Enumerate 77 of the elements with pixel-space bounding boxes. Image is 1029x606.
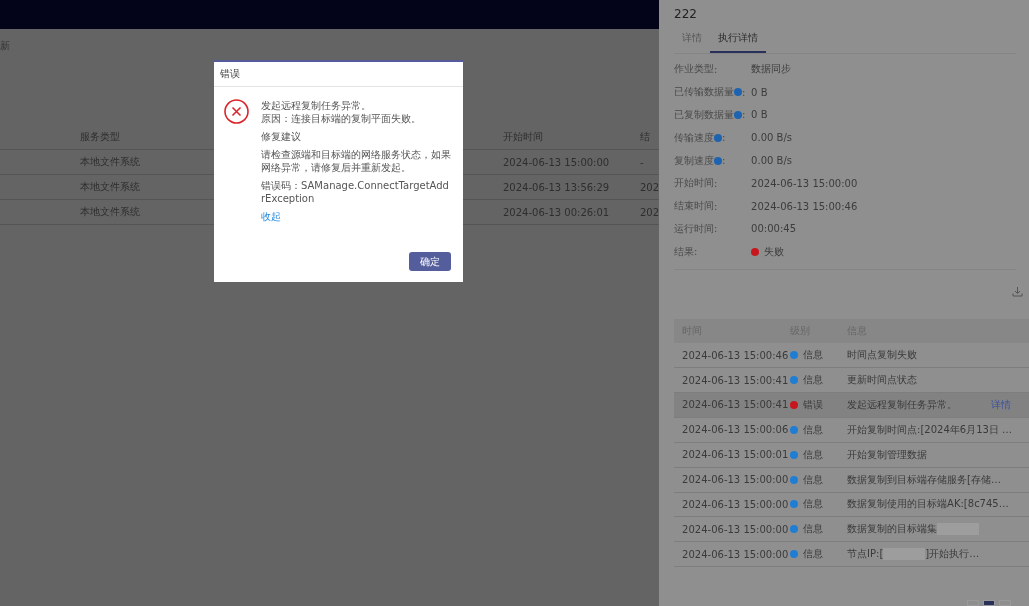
- message-text: 数据复制到目标端存储服务[存储…: [847, 472, 1001, 487]
- ok-button[interactable]: 确定: [409, 252, 451, 271]
- colon: :: [722, 132, 726, 144]
- time-cell-text: 2024-06-13 15:00:41: [682, 374, 790, 386]
- collapse-link[interactable]: 收起: [261, 210, 453, 223]
- log-row[interactable]: 2024-06-13 15:00:46 信息 时间点复制失败: [674, 343, 1029, 369]
- help-icon[interactable]: [734, 88, 743, 97]
- field-label: 传输速度: [674, 130, 715, 145]
- level-text: 信息: [803, 373, 824, 387]
- message-text: 时间点复制失败: [847, 348, 918, 363]
- error-message: 原因：连接目标端的复制平面失败。: [261, 112, 422, 125]
- tab[interactable]: 执行详情: [710, 27, 767, 53]
- field-value: 0.00 B/s: [751, 132, 792, 144]
- field-label: 开始时间: [674, 176, 715, 191]
- help-icon[interactable]: [714, 133, 723, 142]
- time-cell-text: 2024-06-13 15:00:46: [682, 349, 790, 361]
- suggestion-text: 请检查源端和目标端的网络服务状态，如果网络异常，请修复后并重新发起。: [261, 148, 452, 174]
- field-value: 0.00 B/s: [751, 155, 792, 167]
- field-value: 2024-06-13 15:00:46: [751, 200, 858, 212]
- panel-title: 222: [674, 7, 698, 21]
- error-icon: [224, 99, 249, 124]
- log-row[interactable]: 2024-06-13 15:00:00 信息 数据复制到目标端存储服务[存储…: [674, 467, 1029, 493]
- log-row[interactable]: 2024-06-13 15:00:00 信息 数据复制的目标端集: [674, 517, 1029, 543]
- page-button[interactable]: [983, 600, 996, 606]
- message-text: 节点IP:[: [847, 547, 884, 562]
- time-cell-text: 2024-06-13 15:00:00: [682, 474, 790, 486]
- dialog-title: 错误: [214, 62, 463, 87]
- time-cell-text: 2024-06-13 15:00:00: [682, 548, 790, 560]
- level-text: 信息: [803, 547, 824, 562]
- time-cell-text: 2024-06-13 15:00:06: [682, 424, 790, 436]
- field-value: 0 B: [751, 86, 768, 98]
- error-code: 错误码：SAManage.ConnectTargetAddrException: [261, 179, 450, 205]
- colon: :: [714, 63, 718, 75]
- field-label: 复制速度: [674, 153, 715, 168]
- field-value: 数据同步: [751, 62, 792, 77]
- field-label: 运行时间: [674, 221, 715, 236]
- message-text: 更新时间点状态: [847, 373, 918, 387]
- colon: :: [694, 246, 698, 258]
- time-cell-text: 2024-06-13 15:00:00: [682, 523, 790, 535]
- time-cell-text: 2024-06-13 15:00:00: [682, 498, 790, 510]
- field-value: 00:00:45: [751, 223, 796, 235]
- message-text: ]开始执行…: [925, 547, 980, 562]
- log-row[interactable]: 2024-06-13 15:00:01 信息 开始复制管理数据: [674, 442, 1029, 468]
- help-icon[interactable]: [734, 111, 743, 119]
- log-row[interactable]: 2024-06-13 15:00:06 信息 开始复制时间点:[2024年6月13日 …: [674, 417, 1029, 443]
- help-icon[interactable]: [714, 156, 723, 165]
- message-text: 数据复制的目标端集: [847, 522, 938, 537]
- colon: :: [714, 223, 718, 235]
- message-text: 数据复制使用的目标端AK:[8c745…: [847, 497, 1009, 512]
- table-cell: -: [640, 156, 644, 168]
- colon: :: [714, 200, 718, 212]
- log-row[interactable]: 2024-06-13 15:00:00 信息 数据复制使用的目标端AK:[8c745…: [674, 492, 1029, 518]
- level-text: 信息: [803, 497, 824, 512]
- field-value: 0 B: [751, 109, 768, 121]
- level-text: 信息: [803, 348, 824, 363]
- message-text: 开始复制时间点:[2024年6月13日 …: [847, 422, 1013, 437]
- level-text: 信息: [803, 522, 824, 537]
- details-link[interactable]: 详情: [991, 397, 1029, 412]
- log-row[interactable]: 2024-06-13 15:00:41 信息 更新时间点状态: [674, 368, 1029, 393]
- time-cell-text: 2024-06-13 15:00:01: [682, 449, 790, 461]
- field-label: 结束时间: [674, 199, 715, 214]
- message-text: 开始复制管理数据: [847, 447, 928, 462]
- time-cell-text: 2024-06-13 15:00:41: [682, 399, 790, 411]
- suggestion-heading: 修复建议: [261, 130, 302, 143]
- field-value: 2024-06-13 15:00:00: [751, 177, 858, 189]
- level-text: 信息: [803, 472, 824, 487]
- colon: :: [722, 155, 726, 167]
- level-text: 信息: [803, 422, 824, 437]
- colon: :: [742, 109, 746, 121]
- field-value: 失败: [764, 244, 785, 259]
- level-text: 错误: [803, 397, 824, 412]
- level-text: 信息: [803, 447, 824, 462]
- colon: :: [714, 177, 718, 189]
- log-row[interactable]: 2024-06-13 15:00:00 信息 节点IP:[ ]开始执行…: [674, 542, 1029, 568]
- error-message: 发起远程复制任务异常。: [261, 99, 372, 112]
- colon: :: [742, 86, 746, 98]
- download-icon[interactable]: [1012, 286, 1024, 298]
